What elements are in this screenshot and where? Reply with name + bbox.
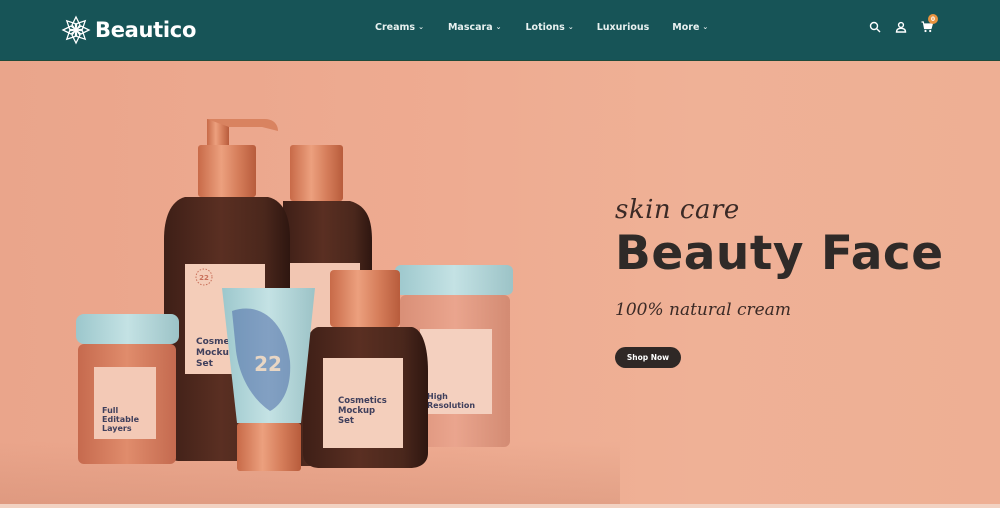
chevron-down-icon: ⌄ <box>418 22 424 31</box>
cart-count-badge: 0 <box>928 14 938 24</box>
svg-text:Mockup: Mockup <box>338 406 375 416</box>
header-actions: 0 <box>868 14 938 34</box>
cart-button[interactable]: 0 <box>920 14 938 34</box>
nav-item-mascara[interactable]: Mascara ⌄ <box>448 22 502 33</box>
svg-text:Editable: Editable <box>102 415 140 424</box>
svg-text:High: High <box>427 392 448 401</box>
shop-now-button[interactable]: Shop Now <box>615 347 681 368</box>
nav-label: Lotions <box>525 22 565 33</box>
search-icon <box>869 21 881 33</box>
hero-title: Beauty Face <box>615 226 944 281</box>
svg-text:Layers: Layers <box>102 424 132 433</box>
brand-name: Beautico <box>95 18 197 42</box>
chevron-down-icon: ⌄ <box>567 22 574 31</box>
product-photo: 22 Cosme Mocku Set Full Editable Layers … <box>76 119 513 471</box>
nav-item-luxurious[interactable]: Luxurious <box>597 22 650 33</box>
nav-label: Luxurious <box>596 22 650 33</box>
svg-text:Cosmetics: Cosmetics <box>338 396 387 406</box>
svg-text:Set: Set <box>338 416 354 426</box>
hero-bottom-edge <box>0 504 1000 508</box>
jar-left: Full Editable Layers <box>76 314 179 464</box>
chevron-down-icon: ⌄ <box>702 22 709 31</box>
hero-subtitle: 100% natural cream <box>615 300 791 320</box>
main-nav: Creams ⌄ Mascara ⌄ Lotions ⌄ Luxurious M… <box>375 22 708 33</box>
nav-label: Mascara <box>447 22 493 33</box>
nav-item-more[interactable]: More ⌄ <box>672 22 708 33</box>
tube-number: 22 <box>254 352 282 376</box>
svg-text:Cosme: Cosme <box>196 337 230 347</box>
site-header: Beautico Creams ⌄ Mascara ⌄ Lotions ⌄ Lu… <box>0 0 1000 61</box>
nav-item-lotions[interactable]: Lotions ⌄ <box>526 22 574 33</box>
brand-logo[interactable]: Beautico <box>60 14 196 46</box>
badge-number: 22 <box>199 274 209 282</box>
flower-mandala-icon <box>61 15 91 45</box>
user-icon <box>895 21 907 33</box>
search-button[interactable] <box>868 20 882 34</box>
account-button[interactable] <box>894 20 908 34</box>
chevron-down-icon: ⌄ <box>495 22 502 31</box>
svg-text:Full: Full <box>102 406 119 415</box>
hero-banner: 22 Cosme Mocku Set Full Editable Layers … <box>0 61 1000 508</box>
svg-text:Mocku: Mocku <box>196 348 229 358</box>
hero-tagline: skin care <box>615 195 740 225</box>
svg-text:Resolution: Resolution <box>427 401 475 410</box>
nav-label: Creams <box>375 22 416 33</box>
nav-label: More <box>672 22 700 33</box>
nav-item-creams[interactable]: Creams ⌄ <box>375 22 424 33</box>
svg-text:Set: Set <box>196 359 214 369</box>
